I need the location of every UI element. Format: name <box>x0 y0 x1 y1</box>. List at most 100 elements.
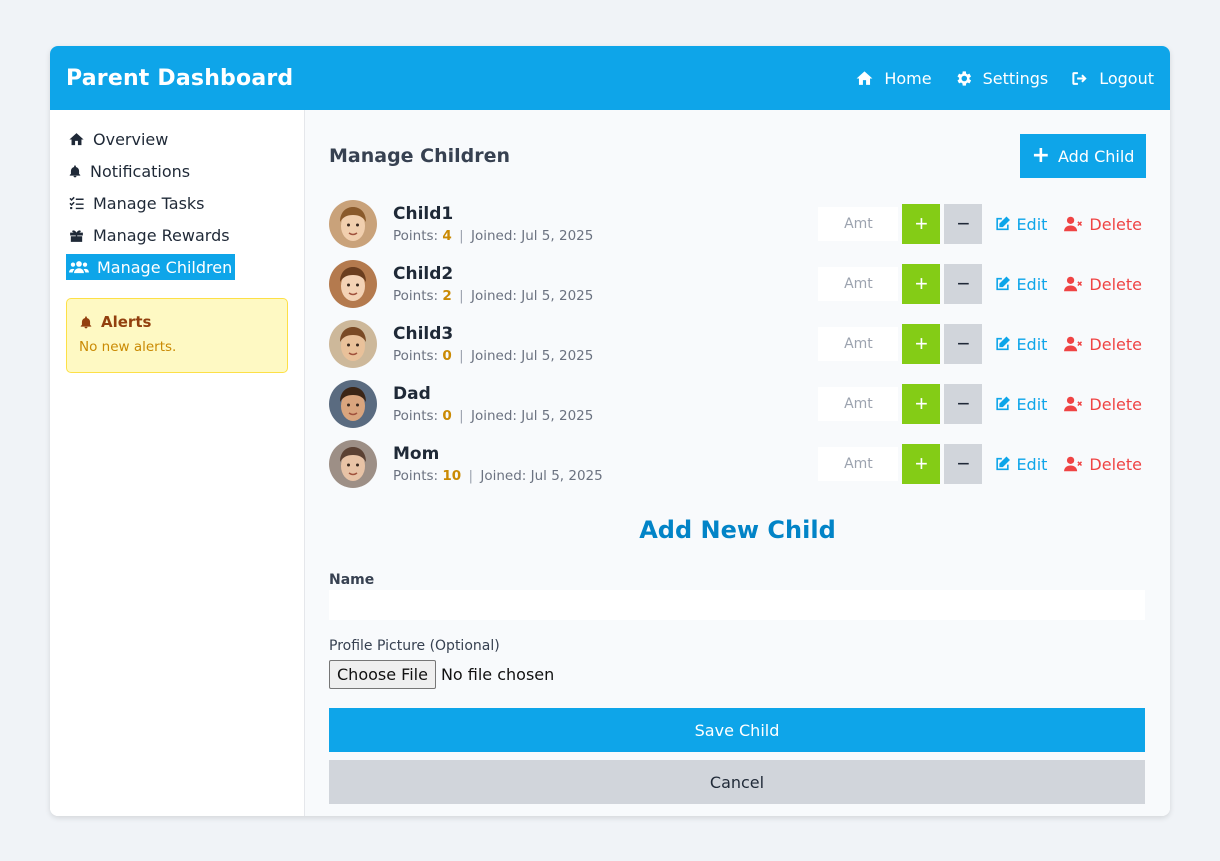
add-points-button[interactable]: + <box>902 444 941 484</box>
meta-separator: | <box>459 288 464 304</box>
nav-settings-link[interactable]: Settings <box>954 68 1049 88</box>
header: Parent Dashboard Home Settings Logout <box>50 46 1170 110</box>
main-header: Manage Children + Add Child <box>329 134 1146 178</box>
cancel-button[interactable]: Cancel <box>329 760 1145 804</box>
sidebar-item-rewards[interactable]: Manage Rewards <box>66 222 232 248</box>
edit-label: Edit <box>1016 394 1048 414</box>
subtract-points-button[interactable]: − <box>944 444 983 484</box>
delete-child-button[interactable]: Delete <box>1063 335 1142 354</box>
file-status: No file chosen <box>440 665 555 684</box>
user-remove-icon <box>1064 456 1083 472</box>
user-remove-icon <box>1064 396 1083 412</box>
points-value: 10 <box>442 468 462 484</box>
add-points-button[interactable]: + <box>902 384 941 424</box>
edit-icon <box>996 396 1011 411</box>
meta-separator: | <box>459 408 464 424</box>
edit-child-button[interactable]: Edit <box>994 275 1047 294</box>
child-row: Child2 Points: 2 | Joined: Jul 5, 2025 +… <box>329 254 1146 314</box>
child-row: Dad Points: 0 | Joined: Jul 5, 2025 + − … <box>329 374 1146 434</box>
child-meta: Points: 0 | Joined: Jul 5, 2025 <box>393 408 818 424</box>
child-info: Dad Points: 0 | Joined: Jul 5, 2025 <box>393 384 818 424</box>
meta-separator: | <box>468 468 474 484</box>
joined-date: Joined: Jul 5, 2025 <box>470 348 594 364</box>
add-child-label: Add Child <box>1058 146 1135 166</box>
form-title: Add New Child <box>639 516 836 544</box>
delete-child-button[interactable]: Delete <box>1063 275 1142 294</box>
users-icon <box>69 260 89 273</box>
joined-date: Joined: Jul 5, 2025 <box>480 468 603 484</box>
child-meta: Points: 2 | Joined: Jul 5, 2025 <box>393 288 818 304</box>
content-area: Overview Notifications Manage Tasks Mana… <box>50 110 1170 816</box>
bell-icon <box>69 164 81 177</box>
edit-icon <box>996 456 1011 471</box>
amount-input[interactable] <box>818 447 899 481</box>
sidebar-item-label: Manage Rewards <box>93 225 230 245</box>
sidebar-item-tasks[interactable]: Manage Tasks <box>66 190 207 216</box>
children-list: Child1 Points: 4 | Joined: Jul 5, 2025 +… <box>329 194 1146 494</box>
child-info: Child2 Points: 2 | Joined: Jul 5, 2025 <box>393 264 818 304</box>
nav-logout-link[interactable]: Logout <box>1070 69 1154 88</box>
save-child-button[interactable]: Save Child <box>329 708 1145 752</box>
avatar <box>329 380 377 428</box>
amount-input[interactable] <box>818 387 899 421</box>
meta-separator: | <box>459 348 464 364</box>
edit-child-button[interactable]: Edit <box>994 335 1047 354</box>
delete-child-button[interactable]: Delete <box>1063 215 1142 234</box>
delete-label: Delete <box>1089 214 1142 234</box>
nav-home-label: Home <box>884 68 932 88</box>
name-input[interactable] <box>329 590 1145 620</box>
picture-label: Profile Picture (Optional) <box>329 638 500 654</box>
edit-label: Edit <box>1016 334 1048 354</box>
checklist-icon <box>69 196 84 209</box>
child-meta: Points: 0 | Joined: Jul 5, 2025 <box>393 348 818 364</box>
points-label: Points: <box>393 288 439 304</box>
subtract-points-button[interactable]: − <box>944 204 983 244</box>
add-child-button[interactable]: + Add Child <box>1020 134 1146 178</box>
joined-date: Joined: Jul 5, 2025 <box>470 228 594 244</box>
add-points-button[interactable]: + <box>902 204 941 244</box>
edit-child-button[interactable]: Edit <box>994 215 1047 234</box>
file-picker: Choose File No file chosen <box>329 660 1146 689</box>
points-value: 0 <box>442 348 452 364</box>
child-name: Child3 <box>393 324 454 344</box>
nav-settings-label: Settings <box>982 68 1049 88</box>
subtract-points-button[interactable]: − <box>944 384 983 424</box>
edit-child-button[interactable]: Edit <box>994 395 1047 414</box>
child-name: Child1 <box>393 204 454 224</box>
edit-icon <box>996 336 1011 351</box>
meta-separator: | <box>459 228 464 244</box>
edit-label: Edit <box>1016 454 1048 474</box>
nav-home-link[interactable]: Home <box>855 68 932 88</box>
delete-label: Delete <box>1089 274 1142 294</box>
delete-label: Delete <box>1089 394 1142 414</box>
edit-icon <box>996 216 1011 231</box>
add-points-button[interactable]: + <box>902 264 941 304</box>
points-label: Points: <box>393 408 439 424</box>
subtract-points-button[interactable]: − <box>944 264 983 304</box>
alerts-title: Alerts <box>101 313 152 331</box>
child-row: Mom Points: 10 | Joined: Jul 5, 2025 + −… <box>329 434 1146 494</box>
sidebar-item-notifications[interactable]: Notifications <box>66 158 192 184</box>
delete-label: Delete <box>1089 454 1142 474</box>
amount-input[interactable] <box>818 327 899 361</box>
delete-child-button[interactable]: Delete <box>1063 395 1142 414</box>
child-row: Child1 Points: 4 | Joined: Jul 5, 2025 +… <box>329 194 1146 254</box>
sidebar-item-children[interactable]: Manage Children <box>66 254 236 280</box>
points-label: Points: <box>393 228 439 244</box>
sidebar-item-overview[interactable]: Overview <box>66 126 170 152</box>
points-value: 2 <box>442 288 452 304</box>
amount-input[interactable] <box>818 207 899 241</box>
delete-child-button[interactable]: Delete <box>1063 455 1142 474</box>
edit-child-button[interactable]: Edit <box>994 455 1047 474</box>
joined-date: Joined: Jul 5, 2025 <box>470 408 594 424</box>
top-nav: Home Settings Logout <box>855 69 1154 88</box>
app-window: Parent Dashboard Home Settings Logout Ov… <box>50 46 1170 816</box>
logout-icon <box>1072 71 1087 85</box>
amount-input[interactable] <box>818 267 899 301</box>
choose-file-button[interactable]: Choose File <box>329 660 436 689</box>
gift-icon <box>70 229 83 242</box>
alerts-panel: Alerts No new alerts. <box>66 298 288 373</box>
add-points-button[interactable]: + <box>902 324 941 364</box>
subtract-points-button[interactable]: − <box>944 324 983 364</box>
gear-icon <box>957 70 971 86</box>
